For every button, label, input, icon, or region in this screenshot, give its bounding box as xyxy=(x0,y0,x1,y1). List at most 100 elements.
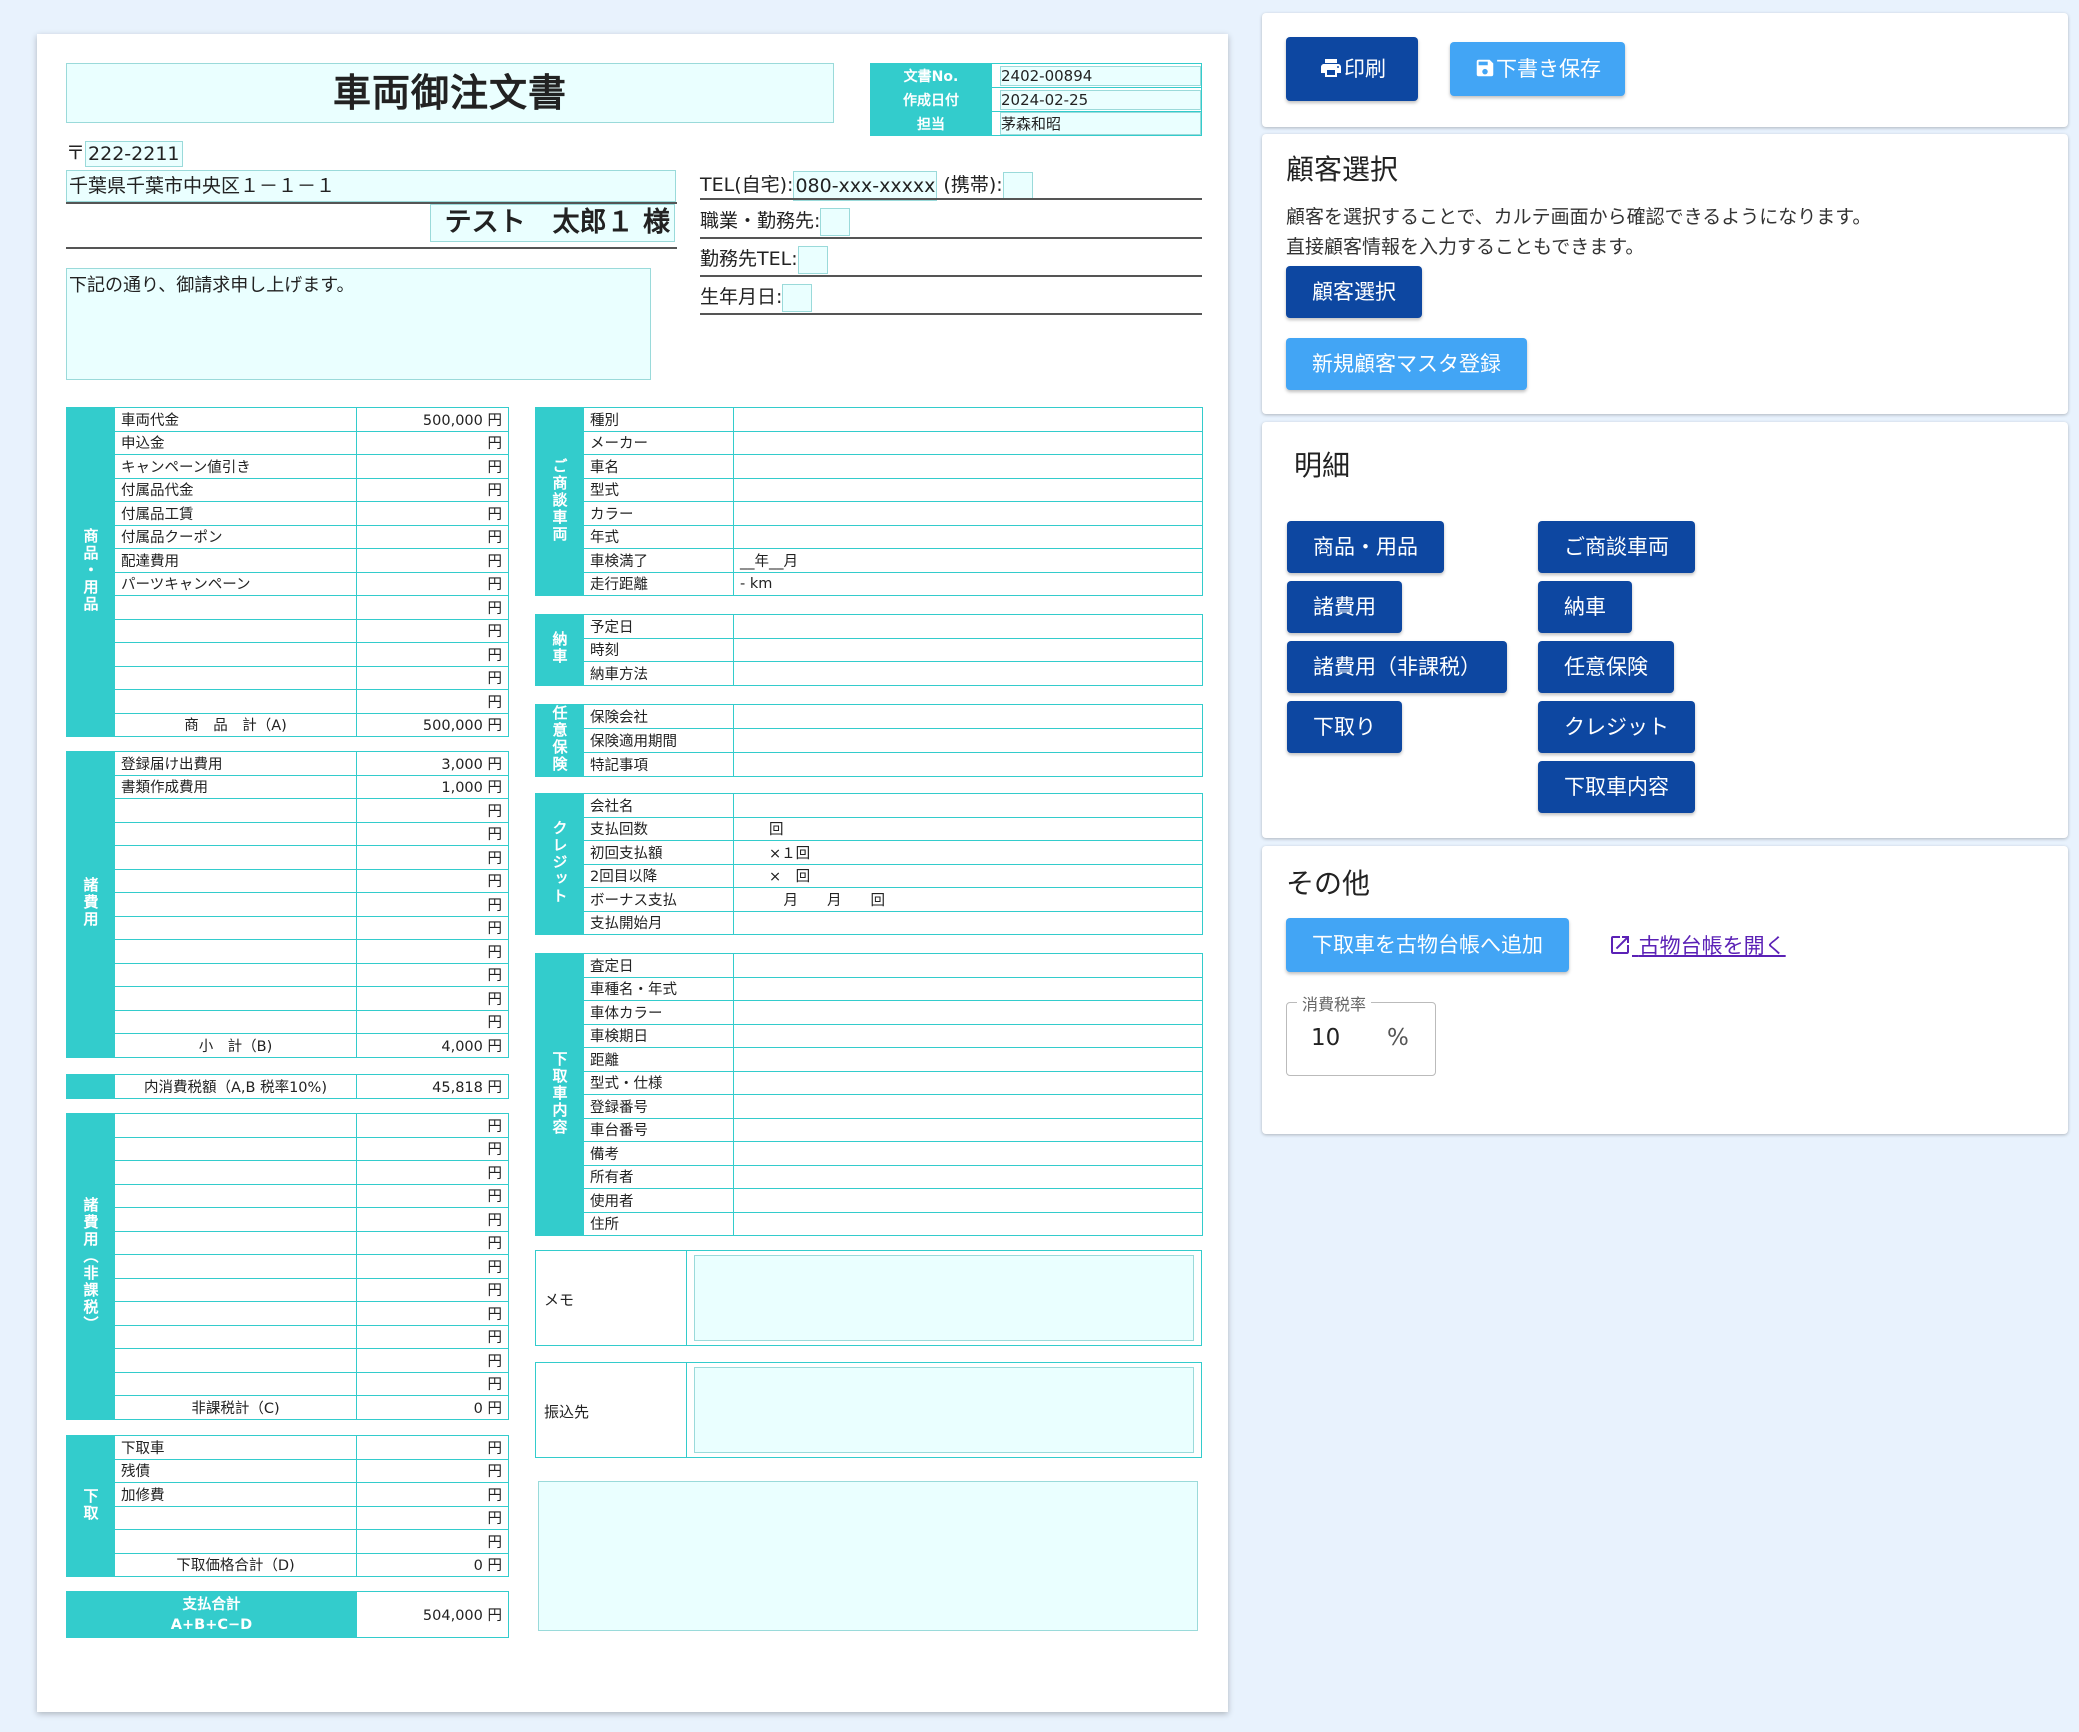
fees-item-amount[interactable]: 円 xyxy=(356,798,509,823)
credit-item-value[interactable]: ×１回 xyxy=(733,840,1203,865)
vehicle-item-value[interactable] xyxy=(733,524,1203,549)
fees-item-label[interactable] xyxy=(114,939,357,964)
goods-item-amount[interactable]: 円 xyxy=(356,665,509,690)
insurance-item-value[interactable] xyxy=(733,704,1203,729)
message-field[interactable]: 下記の通り、御請求申し上げます。 xyxy=(66,268,651,380)
vehicle-item-value[interactable] xyxy=(733,477,1203,502)
goods-item-label[interactable]: 申込金 xyxy=(114,430,357,455)
birth-field[interactable] xyxy=(782,283,813,312)
goods-item-label[interactable]: 付属品工賃 xyxy=(114,501,357,526)
goods-item-amount[interactable]: 円 xyxy=(356,689,509,714)
nontax-item-amount[interactable]: 円 xyxy=(356,1113,509,1138)
print-button[interactable]: 印刷 xyxy=(1286,37,1418,101)
postal-field[interactable]: 222-2211 xyxy=(85,140,183,167)
nontax-item-label[interactable] xyxy=(114,1371,357,1396)
nontax-item-amount[interactable]: 円 xyxy=(356,1183,509,1208)
fees-item-amount[interactable]: 円 xyxy=(356,1009,509,1034)
tradein-item-amount[interactable]: 円 xyxy=(356,1482,509,1507)
tradein-detail-item-value[interactable] xyxy=(733,1000,1203,1025)
bank-field[interactable] xyxy=(694,1367,1194,1453)
tradein-detail-item-value[interactable] xyxy=(733,1070,1203,1095)
fees-item-amount[interactable]: 円 xyxy=(356,821,509,846)
goods-item-label[interactable] xyxy=(114,665,357,690)
goods-item-label[interactable]: 付属品代金 xyxy=(114,477,357,502)
tel-home-field[interactable]: 080-xxx-xxxxx xyxy=(793,170,938,201)
nontax-item-amount[interactable]: 円 xyxy=(356,1207,509,1232)
detail-delivery-button[interactable]: 納車 xyxy=(1538,581,1632,633)
goods-item-label[interactable]: 配達費用 xyxy=(114,548,357,573)
goods-item-label[interactable]: 車両代金 xyxy=(114,407,357,432)
goods-item-amount[interactable]: 500,000 円 xyxy=(356,407,509,432)
nontax-item-label[interactable] xyxy=(114,1136,357,1161)
vehicle-item-value[interactable] xyxy=(733,454,1203,479)
tradein-detail-item-value[interactable] xyxy=(733,1023,1203,1048)
open-ledger-link[interactable]: 古物台帳を開く xyxy=(1608,930,1786,960)
doc-no-field[interactable]: 2402-00894 xyxy=(1000,65,1201,86)
detail-vehicle-button[interactable]: ご商談車両 xyxy=(1538,521,1695,573)
detail-credit-button[interactable]: クレジット xyxy=(1538,701,1695,753)
tradein-item-label[interactable]: 残債 xyxy=(114,1458,357,1483)
credit-item-value[interactable]: 月 月 回 xyxy=(733,887,1203,912)
job-field[interactable] xyxy=(820,207,851,236)
vehicle-item-value[interactable] xyxy=(733,407,1203,432)
tradein-detail-item-value[interactable] xyxy=(733,1188,1203,1213)
tradein-item-label[interactable] xyxy=(114,1529,357,1554)
save-draft-button[interactable]: 下書き保存 xyxy=(1450,42,1625,96)
delivery-item-value[interactable] xyxy=(733,614,1203,639)
vehicle-item-value[interactable] xyxy=(733,501,1203,526)
fees-item-amount[interactable]: 1,000 円 xyxy=(356,774,509,799)
fees-item-label[interactable] xyxy=(114,798,357,823)
goods-item-amount[interactable]: 円 xyxy=(356,571,509,596)
goods-item-amount[interactable]: 円 xyxy=(356,642,509,667)
new-customer-button[interactable]: 新規顧客マスタ登録 xyxy=(1286,338,1527,390)
goods-item-label[interactable] xyxy=(114,618,357,643)
tradein-detail-item-value[interactable] xyxy=(733,1164,1203,1189)
fees-item-label[interactable] xyxy=(114,821,357,846)
nontax-item-amount[interactable]: 円 xyxy=(356,1348,509,1373)
remarks-field[interactable] xyxy=(538,1481,1198,1631)
goods-item-amount[interactable]: 円 xyxy=(356,454,509,479)
nontax-item-amount[interactable]: 円 xyxy=(356,1301,509,1326)
detail-goods-button[interactable]: 商品・用品 xyxy=(1287,521,1444,573)
delivery-item-value[interactable] xyxy=(733,637,1203,662)
nontax-item-amount[interactable]: 円 xyxy=(356,1230,509,1255)
credit-item-value[interactable]: 回 xyxy=(733,816,1203,841)
fees-item-amount[interactable]: 円 xyxy=(356,845,509,870)
fees-item-label[interactable]: 登録届け出費用 xyxy=(114,751,357,776)
fees-item-amount[interactable]: 円 xyxy=(356,962,509,987)
tradein-detail-item-value[interactable] xyxy=(733,1047,1203,1072)
customer-name-field[interactable]: テスト 太郎１ 様 xyxy=(430,204,675,242)
add-to-ledger-button[interactable]: 下取車を古物台帳へ追加 xyxy=(1286,918,1569,972)
nontax-item-label[interactable] xyxy=(114,1160,357,1185)
fees-item-label[interactable] xyxy=(114,1009,357,1034)
nontax-item-label[interactable] xyxy=(114,1230,357,1255)
fees-item-amount[interactable]: 円 xyxy=(356,892,509,917)
nontax-item-amount[interactable]: 円 xyxy=(356,1277,509,1302)
nontax-item-label[interactable] xyxy=(114,1301,357,1326)
fees-item-label[interactable] xyxy=(114,986,357,1011)
tradein-item-label[interactable] xyxy=(114,1505,357,1530)
nontax-item-amount[interactable]: 円 xyxy=(356,1136,509,1161)
goods-item-label[interactable] xyxy=(114,595,357,620)
nontax-item-amount[interactable]: 円 xyxy=(356,1324,509,1349)
vehicle-item-value[interactable]: __年__月 xyxy=(733,548,1203,573)
fees-item-label[interactable] xyxy=(114,868,357,893)
tradein-detail-item-value[interactable] xyxy=(733,1141,1203,1166)
tradein-detail-item-value[interactable] xyxy=(733,1117,1203,1142)
detail-insurance-button[interactable]: 任意保険 xyxy=(1538,641,1674,693)
address-field[interactable]: 千葉県千葉市中央区１－１－１ xyxy=(66,170,676,202)
credit-item-value[interactable] xyxy=(733,910,1203,935)
insurance-item-value[interactable] xyxy=(733,728,1203,753)
tradein-item-label[interactable]: 下取車 xyxy=(114,1435,357,1460)
tradein-item-amount[interactable]: 円 xyxy=(356,1505,509,1530)
detail-tradein-detail-button[interactable]: 下取車内容 xyxy=(1538,761,1695,813)
credit-item-value[interactable] xyxy=(733,793,1203,818)
detail-fees-button[interactable]: 諸費用 xyxy=(1287,581,1402,633)
credit-item-value[interactable]: × 回 xyxy=(733,863,1203,888)
nontax-item-amount[interactable]: 円 xyxy=(356,1254,509,1279)
nontax-item-label[interactable] xyxy=(114,1113,357,1138)
fees-item-label[interactable] xyxy=(114,962,357,987)
goods-item-label[interactable]: 付属品クーポン xyxy=(114,524,357,549)
fees-item-label[interactable]: 書類作成費用 xyxy=(114,774,357,799)
goods-item-label[interactable]: パーツキャンペーン xyxy=(114,571,357,596)
